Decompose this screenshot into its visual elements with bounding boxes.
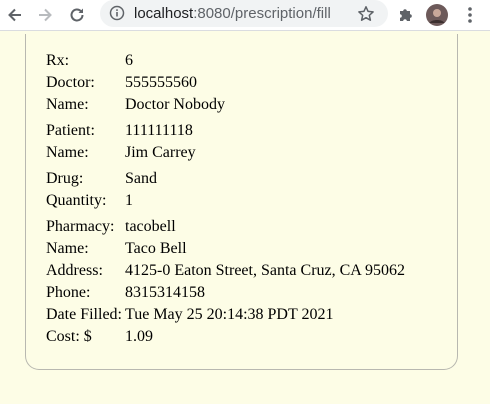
doctor-name-label: Name:: [46, 96, 89, 113]
url-host: localhost: [134, 5, 194, 22]
profile-avatar[interactable]: [425, 3, 449, 27]
patient-name-value: Jim Carrey: [125, 144, 196, 161]
address-bar[interactable]: localhost:8080/prescription/fill: [100, 0, 388, 27]
rx-value: 6: [125, 52, 133, 69]
avatar-icon: [426, 4, 448, 26]
browser-toolbar: localhost:8080/prescription/fill: [0, 0, 490, 31]
more-vert-icon: [468, 7, 472, 23]
reload-icon: [70, 8, 84, 22]
pharmacy-value: tacobell: [125, 218, 176, 235]
url-path: /prescription/fill: [230, 5, 331, 22]
rx-label: Rx:: [46, 52, 70, 69]
pharmacy-label: Pharmacy:: [46, 218, 115, 235]
back-button[interactable]: [3, 3, 27, 27]
pharmacy-name-value: Taco Bell: [125, 240, 187, 257]
quantity-label: Quantity:: [46, 192, 107, 209]
address-label: Address:: [46, 262, 103, 279]
pharmacy-name-label: Name:: [46, 240, 89, 257]
url-text: localhost:8080/prescription/fill: [134, 5, 331, 22]
bookmark-star-icon[interactable]: [355, 3, 377, 25]
date-filled-label: Date Filled:: [46, 306, 122, 323]
patient-name-label: Name:: [46, 144, 89, 161]
drug-label: Drug:: [46, 170, 84, 187]
address-value: 4125-0 Eaton Street, Santa Cruz, CA 9506…: [125, 262, 405, 279]
cost-label: Cost: $: [46, 328, 92, 345]
puzzle-piece-icon: [400, 9, 412, 21]
forward-arrow-icon: [39, 8, 52, 22]
date-filled-value: Tue May 25 20:14:38 PDT 2021: [125, 306, 334, 323]
info-icon[interactable]: [108, 4, 126, 22]
patient-value: 111111118: [125, 122, 193, 139]
phone-label: Phone:: [46, 284, 91, 301]
drug-value: Sand: [125, 170, 157, 187]
menu-button[interactable]: [458, 3, 482, 27]
cost-value: 1.09: [125, 328, 153, 345]
doctor-name-value: Doctor Nobody: [125, 96, 225, 113]
phone-value: 8315314158: [125, 284, 205, 301]
forward-button[interactable]: [33, 3, 57, 27]
quantity-value: 1: [125, 192, 133, 209]
reload-button[interactable]: [65, 3, 89, 27]
extensions-button[interactable]: [394, 3, 418, 27]
doctor-label: Doctor:: [46, 74, 95, 91]
back-arrow-icon: [8, 8, 21, 22]
url-port: :8080: [193, 5, 231, 22]
doctor-value: 555555560: [125, 74, 197, 91]
patient-label: Patient:: [46, 122, 95, 139]
